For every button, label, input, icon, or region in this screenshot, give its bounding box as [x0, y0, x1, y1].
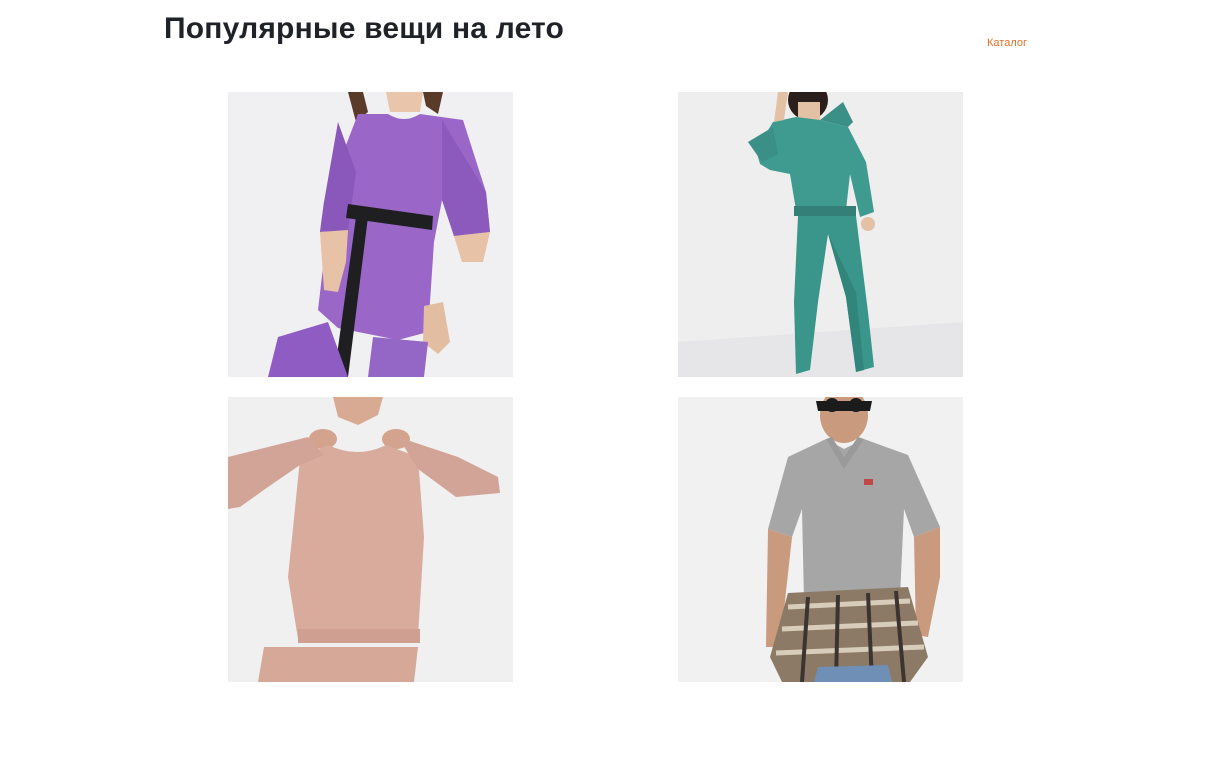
product-card-teal-tracksuit[interactable] [678, 92, 963, 377]
product-image-lilac-tshirt [228, 92, 513, 377]
product-card-lilac-tshirt[interactable] [228, 92, 513, 377]
catalog-link[interactable]: Каталог [987, 37, 1027, 49]
page: Популярные вещи на лето Каталог [0, 0, 1212, 761]
product-image-beige-sweatshirt [228, 397, 513, 682]
page-title: Популярные вещи на лето [164, 12, 565, 45]
product-image-teal-tracksuit [678, 92, 963, 377]
product-image-grey-polo [678, 397, 963, 682]
product-card-beige-sweatshirt[interactable] [228, 397, 513, 682]
product-card-grey-polo[interactable] [678, 397, 963, 682]
